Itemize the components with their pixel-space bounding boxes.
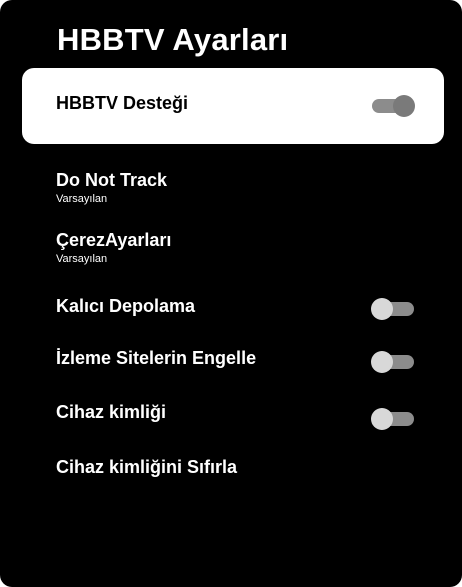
- menu-item-label: Cihaz kimliği: [56, 402, 167, 422]
- toggle-knob: [371, 298, 393, 320]
- menu-item-block-tracking-sites[interactable]: İzleme Sitelerin Engelle: [22, 342, 444, 378]
- menu-item-label: Kalıcı Depolama: [56, 296, 196, 316]
- hbbtv-support-toggle[interactable]: [372, 95, 415, 117]
- page-title: HBBTV Ayarları: [57, 22, 289, 57]
- menu-item-value: Varsayılan: [56, 193, 108, 205]
- device-id-toggle[interactable]: [371, 408, 414, 430]
- settings-screen: HBBTV Ayarları HBBTV Desteği Do Not Trac…: [0, 0, 462, 587]
- menu-item-cookie-settings[interactable]: ÇerezAyarları Varsayılan: [22, 228, 444, 272]
- menu-item-device-id[interactable]: Cihaz kimliği: [22, 397, 444, 433]
- menu-item-label: Cihaz kimliğini Sıfırla: [56, 457, 238, 477]
- persistent-storage-toggle[interactable]: [371, 298, 414, 320]
- menu-item-reset-device-id[interactable]: Cihaz kimliğini Sıfırla: [22, 452, 444, 488]
- block-tracking-sites-toggle[interactable]: [371, 351, 414, 373]
- toggle-knob: [393, 95, 415, 117]
- menu-item-label: İzleme Sitelerin Engelle: [56, 348, 257, 368]
- menu-item-persistent-storage[interactable]: Kalıcı Depolama: [22, 290, 444, 326]
- menu-item-label: HBBTV Desteği: [56, 93, 189, 113]
- menu-item-label: Do Not Track: [56, 170, 168, 190]
- menu-item-value: Varsayılan: [56, 253, 108, 265]
- toggle-knob: [371, 408, 393, 430]
- menu-item-label: ÇerezAyarları: [56, 230, 172, 250]
- menu-item-do-not-track[interactable]: Do Not Track Varsayılan: [22, 168, 444, 212]
- menu-item-hbbtv-support[interactable]: HBBTV Desteği: [22, 68, 444, 144]
- toggle-knob: [371, 351, 393, 373]
